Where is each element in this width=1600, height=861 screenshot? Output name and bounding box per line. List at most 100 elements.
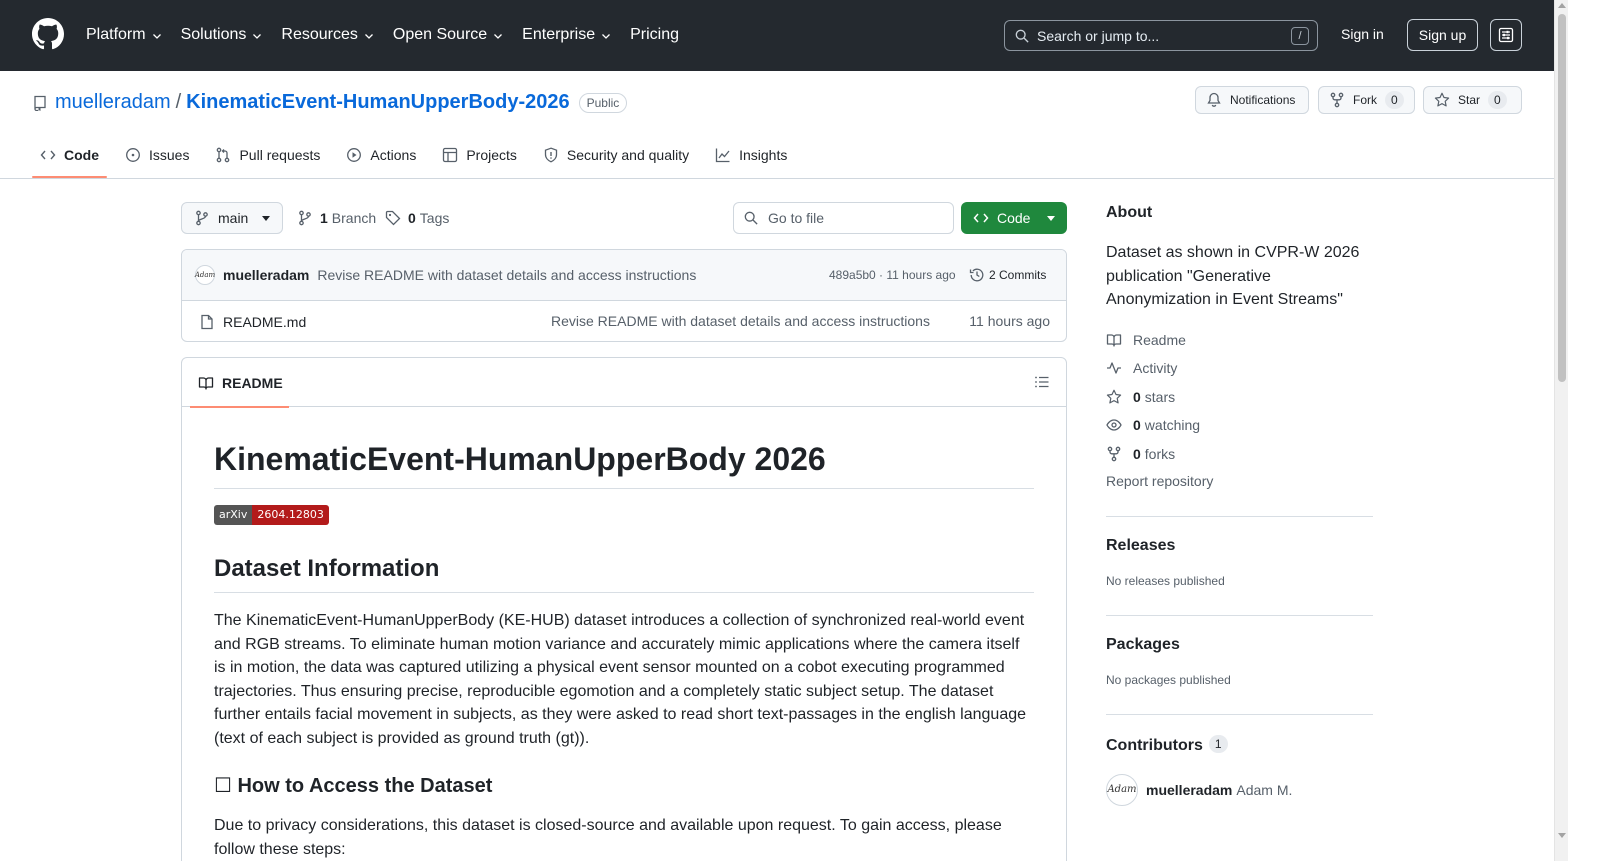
star-label: Star: [1458, 93, 1481, 107]
repo-breadcrumb: muelleradam / KinematicEvent-HumanUpperB…: [32, 91, 628, 114]
global-search-input[interactable]: Search or jump to... /: [1004, 20, 1318, 51]
branch-label: Branch: [331, 210, 377, 226]
nav-enterprise[interactable]: Enterprise: [522, 24, 612, 46]
commit-hash-link[interactable]: 489a5b0 · 11 hours ago: [829, 268, 956, 282]
list-icon[interactable]: [1034, 374, 1050, 390]
activity-link[interactable]: Activity: [1106, 358, 1373, 378]
tab-projects[interactable]: Projects: [434, 132, 525, 178]
table-row[interactable]: README.md Revise README with dataset det…: [182, 301, 1066, 341]
commit-message-link[interactable]: Revise README with dataset details and a…: [317, 267, 696, 283]
scroll-down-arrow-icon[interactable]: [1558, 833, 1566, 838]
page-scrollbar[interactable]: [1554, 0, 1568, 861]
packages-heading[interactable]: Packages: [1106, 636, 1373, 654]
repo-name-link[interactable]: KinematicEvent-HumanUpperBody-2026: [186, 91, 569, 114]
go-to-file-input[interactable]: Go to file: [733, 202, 954, 234]
tab-insights-label: Insights: [739, 147, 788, 163]
watchers-link[interactable]: 0 watching: [1106, 415, 1373, 435]
tab-issues[interactable]: Issues: [117, 132, 197, 178]
forks-link[interactable]: 0 forks: [1106, 444, 1373, 464]
nav-platform[interactable]: Platform: [86, 24, 163, 46]
nav-enterprise-label: Enterprise: [522, 26, 596, 43]
scroll-up-arrow-icon[interactable]: [1558, 3, 1566, 8]
arxiv-badge-label: arXiv: [214, 505, 253, 526]
notifications-label: Notifications: [1230, 93, 1296, 107]
about-description: Dataset as shown in CVPR-W 2026 publicat…: [1106, 244, 1360, 308]
avatar[interactable]: Adam: [1106, 773, 1138, 806]
readme-header: README: [182, 358, 1066, 408]
commits-link[interactable]: 2 Commits: [969, 267, 1046, 283]
readme-tab[interactable]: README: [190, 358, 289, 408]
releases-heading[interactable]: Releases: [1106, 537, 1373, 555]
stars-link[interactable]: 0 stars: [1106, 387, 1373, 407]
activity-link-label: Activity: [1133, 360, 1178, 376]
graph-icon: [715, 148, 730, 163]
star-button[interactable]: Star 0: [1423, 86, 1522, 114]
pulse-icon: [1107, 362, 1121, 374]
tab-security[interactable]: Security and quality: [535, 132, 697, 178]
releases-note: No releases published: [1106, 573, 1225, 588]
nav-pricing[interactable]: Pricing: [630, 24, 679, 46]
sign-in-link[interactable]: Sign in: [1341, 26, 1384, 42]
readme-title: KinematicEvent-HumanUpperBody 2026: [214, 440, 1034, 490]
branch-count: 1: [320, 210, 328, 226]
nav-solutions-label: Solutions: [180, 26, 247, 43]
readme-tab-label: README: [222, 374, 283, 391]
go-to-file-placeholder: Go to file: [768, 210, 825, 226]
fork-button[interactable]: Fork 0: [1318, 86, 1415, 114]
tab-actions[interactable]: Actions: [338, 132, 424, 178]
chevron-down-icon: [602, 34, 611, 39]
sign-up-button[interactable]: Sign up: [1407, 19, 1478, 51]
breadcrumb-separator: /: [175, 91, 182, 113]
code-icon: [973, 213, 989, 223]
fork-icon: [1330, 92, 1344, 108]
tag-icon: [385, 210, 401, 226]
tab-projects-label: Projects: [466, 147, 517, 163]
tab-code[interactable]: Code: [32, 132, 107, 178]
scrollbar-thumb[interactable]: [1558, 14, 1566, 382]
github-logo-icon[interactable]: [32, 18, 64, 50]
nav-open-source[interactable]: Open Source: [393, 24, 504, 46]
code-download-button[interactable]: Code: [961, 202, 1067, 234]
fork-label: Fork: [1353, 93, 1377, 107]
tags-link[interactable]: 0 Tags: [385, 202, 449, 234]
file-name-link[interactable]: README.md: [223, 314, 306, 330]
eye-icon: [1106, 419, 1122, 431]
branch-select-button[interactable]: main: [181, 202, 283, 234]
readme-link[interactable]: Readme: [1106, 330, 1373, 350]
branch-name: main: [218, 210, 249, 226]
arxiv-badge[interactable]: arXiv 2604.12803: [214, 505, 329, 526]
arxiv-badge-id: 2604.12803: [252, 505, 329, 526]
nav-solutions[interactable]: Solutions: [181, 24, 264, 46]
notifications-button[interactable]: Notifications: [1195, 86, 1309, 114]
branches-link[interactable]: 1 Branch: [297, 202, 376, 234]
nav-resources[interactable]: Resources: [281, 24, 374, 46]
avatar[interactable]: Adam: [195, 265, 215, 285]
fork-count: 0: [1385, 91, 1404, 109]
releases-section: Releases No releases published: [1106, 515, 1373, 588]
search-icon: [1015, 29, 1029, 43]
contributors-title: Contributors: [1106, 736, 1203, 754]
tab-insights[interactable]: Insights: [707, 132, 795, 178]
global-header: Platform Solutions Resources Open Source…: [0, 0, 1554, 71]
dataset-info-heading: Dataset Information: [214, 555, 1034, 594]
tab-pull-requests[interactable]: Pull requests: [207, 132, 328, 178]
global-nav: Platform Solutions Resources Open Source…: [86, 24, 697, 46]
readme-link-label: Readme: [1133, 331, 1186, 348]
file-commit-message-link[interactable]: Revise README with dataset details and a…: [551, 313, 930, 329]
tab-issues-label: Issues: [149, 147, 190, 163]
tag-label: Tags: [419, 210, 450, 226]
code-icon: [40, 150, 56, 160]
chevron-down-icon: [253, 34, 262, 39]
appearance-settings-button[interactable]: [1490, 19, 1522, 51]
nav-open-source-label: Open Source: [392, 26, 488, 43]
list-item[interactable]: Adam muelleradam Adam M.: [1106, 773, 1373, 806]
history-icon: [969, 268, 984, 282]
report-repository-link[interactable]: Report repository: [1106, 473, 1373, 489]
branch-icon: [299, 210, 311, 226]
chevron-down-icon: [152, 34, 161, 39]
commit-author-link[interactable]: muelleradam: [223, 267, 309, 283]
repo-owner-link[interactable]: muelleradam: [55, 91, 171, 114]
play-icon: [347, 148, 362, 162]
contributors-heading[interactable]: Contributors 1: [1106, 734, 1373, 755]
contributor-login-link[interactable]: muelleradam: [1146, 782, 1232, 798]
